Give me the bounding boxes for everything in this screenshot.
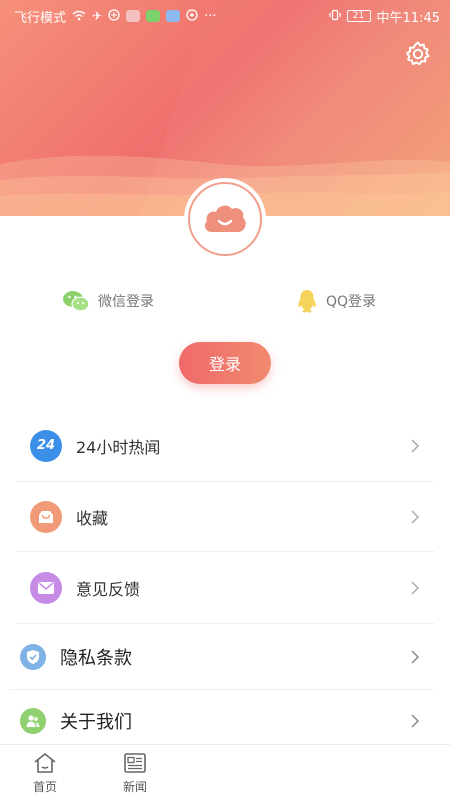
music-app-icon (166, 10, 181, 22)
chevron-right-icon (411, 509, 420, 524)
wechat-login-label: 微信登录 (98, 294, 154, 310)
cloud-app-icon (146, 10, 161, 22)
wechat-login-button[interactable]: 微信登录 (62, 286, 154, 316)
tab-home[interactable]: 首页 (0, 745, 90, 802)
more-icon: ··· (204, 8, 217, 24)
menu-item-favorites[interactable]: 收藏 (16, 482, 434, 552)
shop-icon (126, 10, 141, 22)
gear-icon[interactable] (404, 40, 432, 68)
shield-check-icon (20, 643, 46, 670)
cloud-smile-icon (204, 205, 246, 232)
qq-icon (298, 290, 316, 313)
menu-item-label: 关于我们 (60, 712, 132, 733)
status-bar: 飞行模式 ✈ ··· 21 中午11:45 (0, 0, 450, 32)
menu-item-label: 24小时热闻 (76, 437, 161, 457)
login-button[interactable]: 登录 (179, 342, 271, 384)
status-time: 中午11:45 (376, 10, 440, 26)
airplane-icon: ✈ (92, 9, 103, 23)
home-icon (34, 753, 56, 773)
menu-item-privacy[interactable]: 隐私条款 (10, 624, 434, 690)
vibrate-icon (328, 9, 341, 23)
menu-item-label: 隐私条款 (60, 647, 132, 669)
wechat-icon (63, 291, 90, 312)
wifi-icon (72, 10, 86, 23)
favorites-box-icon (30, 500, 62, 533)
hours-badge: 24 (36, 438, 56, 453)
menu-item-feedback[interactable]: 意见反馈 (16, 552, 434, 624)
chevron-right-icon (411, 649, 420, 664)
video-app-icon (186, 9, 198, 23)
menu-item-hot-news[interactable]: 24 24小时热闻 (16, 410, 434, 482)
qq-login-label: QQ登录 (326, 294, 377, 310)
24-hours-icon: 24 (30, 429, 62, 462)
people-icon (20, 708, 46, 734)
chevron-right-icon (411, 438, 420, 453)
mail-feedback-icon (30, 571, 62, 604)
airplane-mode-text: 飞行模式 (14, 10, 67, 26)
tab-news-label: 新闻 (122, 780, 147, 794)
menu-item-label: 收藏 (76, 508, 109, 528)
menu-item-about[interactable]: 关于我们 (10, 690, 434, 752)
tab-news[interactable]: 新闻 (90, 745, 180, 802)
chevron-right-icon (411, 714, 420, 728)
chevron-right-icon (411, 580, 420, 595)
bottom-tab-bar: 首页 新闻 (0, 744, 450, 802)
news-icon (124, 753, 146, 773)
qq-login-button[interactable]: QQ登录 (296, 286, 376, 316)
tab-home-label: 首页 (32, 780, 57, 794)
battery-icon: 21 (346, 10, 371, 22)
browser-icon (108, 9, 120, 23)
avatar-circle (188, 182, 262, 256)
avatar[interactable] (184, 178, 266, 260)
menu-item-label: 意见反馈 (76, 579, 141, 599)
